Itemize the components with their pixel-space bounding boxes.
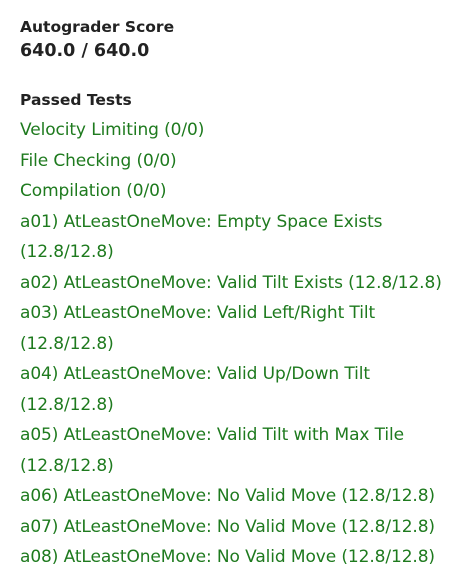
autograder-score-value: 640.0 / 640.0: [20, 41, 150, 61]
passed-test-item[interactable]: Compilation (0/0): [20, 176, 462, 207]
passed-test-item[interactable]: a07) AtLeastOneMove: No Valid Move (12.8…: [20, 512, 462, 543]
passed-test-item[interactable]: a03) AtLeastOneMove: Valid Left/Right Ti…: [20, 298, 462, 359]
autograder-results: Autograder Score 640.0 / 640.0 Passed Te…: [20, 16, 462, 573]
passed-tests-list: Velocity Limiting (0/0) File Checking (0…: [20, 115, 462, 573]
passed-test-item[interactable]: a01) AtLeastOneMove: Empty Space Exists …: [20, 207, 462, 268]
passed-test-item[interactable]: File Checking (0/0): [20, 146, 462, 177]
passed-test-item[interactable]: a04) AtLeastOneMove: Valid Up/Down Tilt …: [20, 359, 462, 420]
passed-tests-heading: Passed Tests: [20, 91, 132, 109]
autograder-score-label: Autograder Score: [20, 18, 175, 36]
passed-test-item[interactable]: a08) AtLeastOneMove: No Valid Move (12.8…: [20, 542, 462, 573]
passed-test-item[interactable]: a05) AtLeastOneMove: Valid Tilt with Max…: [20, 420, 462, 481]
passed-test-item[interactable]: a06) AtLeastOneMove: No Valid Move (12.8…: [20, 481, 462, 512]
passed-test-item[interactable]: Velocity Limiting (0/0): [20, 115, 462, 146]
passed-test-item[interactable]: a02) AtLeastOneMove: Valid Tilt Exists (…: [20, 268, 462, 299]
